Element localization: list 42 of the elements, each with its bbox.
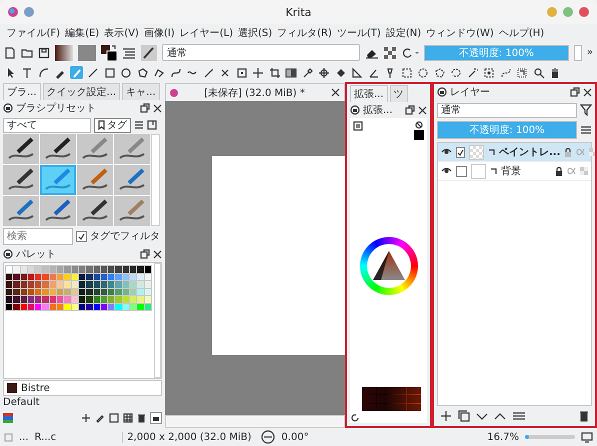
menu-item[interactable]: フィルタ(R) [274, 26, 334, 40]
status-text: R...c [34, 432, 56, 442]
dock-tab[interactable]: 拡張... [350, 85, 388, 102]
dock-tab[interactable]: クイック設定... [42, 83, 120, 100]
menu-item[interactable]: 画像(I) [141, 26, 178, 40]
dock-tab[interactable]: キャ... [122, 83, 160, 100]
panel-title: ブラシプリセット [16, 102, 97, 115]
menu-item[interactable]: ウィンドウ(W) [424, 26, 496, 40]
blend-mode-dropdown[interactable]: 通常 [162, 44, 360, 61]
current-color-field[interactable]: Bistre [3, 380, 162, 396]
palette-name: Default [2, 397, 41, 409]
menu-item[interactable]: ファイル(F) [4, 26, 63, 40]
overflow-button[interactable]: » [586, 47, 593, 58]
tag-label: タグ [107, 119, 127, 132]
dock-tab[interactable]: ツ [390, 85, 408, 102]
zoom-value: 16.7% [487, 432, 519, 442]
window-title: Krita [284, 6, 312, 18]
rotation-value: 0.00° [281, 432, 309, 442]
layer-name: ペイントレ... [499, 146, 560, 159]
document-tab[interactable]: [未保存] (32.0 MiB) * [165, 83, 345, 101]
layer-row[interactable]: 背景 [438, 162, 591, 181]
panel-title: レイヤー [450, 86, 491, 99]
menu-item[interactable]: レイヤー(L) [177, 26, 236, 40]
panel-title: 拡張... [363, 104, 394, 117]
panel-title: パレット [16, 248, 57, 261]
menu-item[interactable]: ツール(T) [334, 26, 384, 40]
search-field[interactable]: 検索 [3, 228, 73, 244]
dock-tab[interactable]: ブラ... [3, 83, 41, 100]
layer-name: 背景 [501, 164, 522, 178]
tag-filter-dropdown[interactable]: すべて [3, 118, 91, 132]
image-size: 2,000 x 2,000 (32.0 MiB) [122, 432, 256, 442]
tag-button[interactable]: タグ [94, 118, 131, 132]
color-name: Bistre [21, 382, 50, 394]
checkbox-label: タグでフィルタ [90, 230, 160, 243]
menu-item[interactable]: 編集(E) [62, 26, 102, 40]
menu-item[interactable]: ヘルプ(H) [496, 26, 547, 40]
blend-mode-dropdown[interactable]: 通常 [437, 102, 577, 118]
menu-item[interactable]: 設定(N) [383, 26, 424, 40]
menu-item[interactable]: 選択(S) [235, 26, 275, 40]
menu-item[interactable]: 表示(V) [102, 26, 142, 40]
status-text: ... [19, 432, 29, 442]
document-title: [未保存] (32.0 MiB) * [203, 86, 306, 100]
